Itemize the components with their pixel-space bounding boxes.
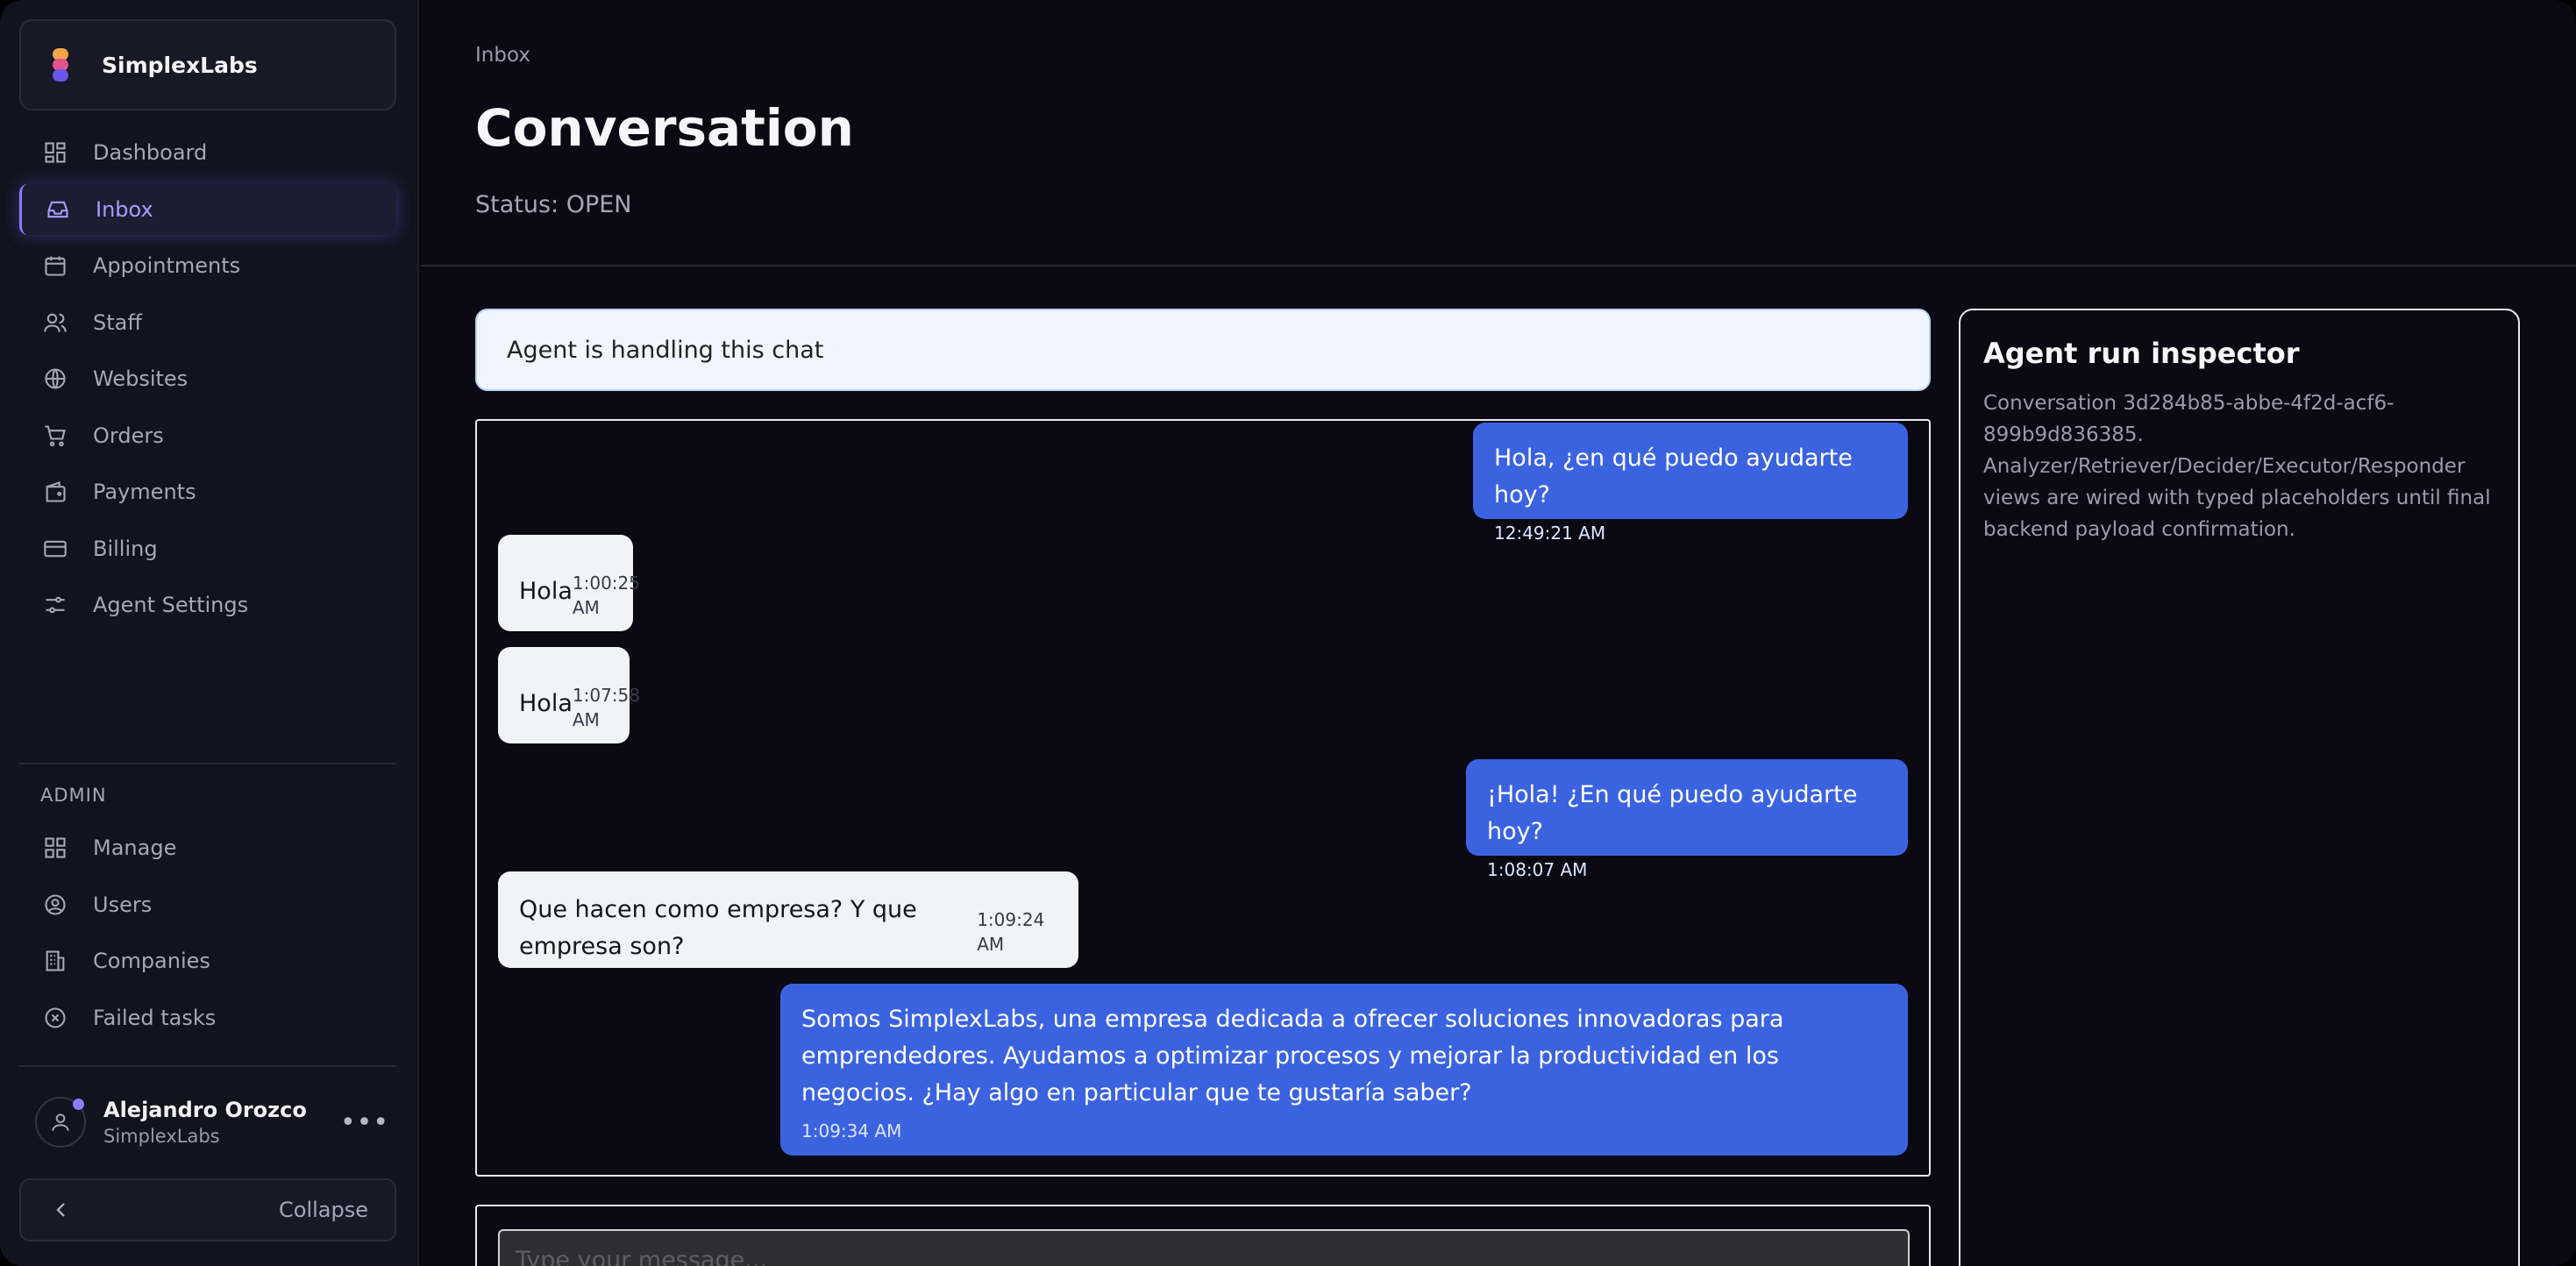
- globe-icon: [42, 366, 68, 392]
- message-text: Hola: [519, 578, 573, 605]
- credit-card-icon: [42, 536, 68, 562]
- x-circle-icon: [42, 1005, 68, 1031]
- brand-switcher[interactable]: SimplexLabs: [19, 19, 396, 110]
- message-input[interactable]: [498, 1229, 1910, 1266]
- message-bubble-user: Hola 1:00:25 AM: [498, 535, 640, 631]
- header-divider: [421, 265, 2576, 267]
- agent-handling-banner: Agent is handling this chat: [475, 309, 1931, 391]
- wallet-icon: [42, 479, 68, 505]
- sidebar-item-label: Failed tasks: [93, 1005, 217, 1030]
- sidebar-item-orders[interactable]: Orders: [19, 410, 396, 461]
- sidebar-item-label: Inbox: [96, 196, 153, 222]
- sidebar-divider: [19, 1065, 396, 1067]
- avatar: [35, 1097, 86, 1148]
- conversation-status: Status: OPEN: [475, 191, 632, 218]
- page-title: Conversation: [475, 98, 854, 158]
- message-time: 1:00:25 AM: [572, 573, 640, 618]
- sidebar-item-users[interactable]: Users: [19, 879, 396, 930]
- sidebar-item-manage[interactable]: Manage: [19, 822, 396, 873]
- sidebar-item-failed-tasks[interactable]: Failed tasks: [19, 992, 396, 1043]
- sidebar-item-label: Billing: [93, 536, 158, 561]
- sidebar-item-companies[interactable]: Companies: [19, 935, 396, 986]
- message-thread[interactable]: Hola, ¿en qué puedo ayudarte hoy? 12:49:…: [475, 419, 1931, 1177]
- message-bubble-bot: Hola, ¿en qué puedo ayudarte hoy? 12:49:…: [1473, 423, 1908, 544]
- user-circle-icon: [42, 892, 68, 918]
- collapse-label: Collapse: [279, 1198, 368, 1222]
- sidebar-item-staff[interactable]: Staff: [19, 297, 396, 348]
- cart-icon: [42, 423, 68, 449]
- sidebar-item-label: Appointments: [93, 253, 241, 278]
- agent-run-inspector: Agent run inspector Conversation 3d284b8…: [1959, 309, 2520, 1266]
- message-bubble-user: Que hacen como empresa? Y que empresa so…: [498, 871, 1078, 968]
- calendar-icon: [42, 252, 68, 279]
- sidebar-item-label: Manage: [93, 836, 177, 860]
- sidebar-item-label: Agent Settings: [93, 593, 249, 617]
- sidebar-item-payments[interactable]: Payments: [19, 466, 396, 517]
- sidebar-item-label: Orders: [93, 423, 164, 448]
- message-text: Que hacen como empresa? Y que empresa so…: [519, 896, 917, 960]
- simplexlabs-logo-icon: [49, 48, 74, 82]
- sliders-icon: [42, 592, 68, 618]
- brand-name: SimplexLabs: [102, 52, 258, 78]
- grid-icon: [42, 835, 68, 861]
- sidebar-item-dashboard[interactable]: Dashboard: [19, 127, 396, 178]
- message-composer: [475, 1205, 1931, 1266]
- message-bubble-bot: Somos SimplexLabs, una empresa dedicada …: [780, 984, 1908, 1156]
- chevron-left-icon: [56, 1203, 65, 1217]
- sidebar-item-label: Companies: [93, 949, 210, 973]
- message-bubble-bot: ¡Hola! ¿En qué puedo ayudarte hoy? 1:08:…: [1466, 759, 1908, 880]
- sidebar-item-websites[interactable]: Websites: [19, 353, 396, 404]
- sidebar-item-agent-settings[interactable]: Agent Settings: [19, 580, 396, 630]
- main-nav: Dashboard Inbox Appointments Staff Websi…: [19, 127, 396, 637]
- collapse-sidebar-button[interactable]: Collapse: [19, 1178, 396, 1241]
- sidebar-item-appointments[interactable]: Appointments: [19, 240, 396, 291]
- sidebar-divider: [19, 763, 396, 765]
- message-text: Hola, ¿en qué puedo ayudarte hoy?: [1494, 445, 1853, 509]
- sidebar-item-label: Staff: [93, 309, 142, 335]
- users-icon: [42, 309, 68, 336]
- message-bubble-user: Hola 1:07:58 AM: [498, 647, 640, 743]
- dashboard-icon: [42, 139, 68, 166]
- sidebar-item-label: Dashboard: [93, 140, 208, 165]
- user-icon: [52, 1113, 69, 1131]
- message-time: 1:08:07 AM: [1487, 859, 1588, 880]
- main-content: Inbox Conversation Status: OPEN Agent is…: [421, 0, 2576, 1266]
- sidebar-item-billing[interactable]: Billing: [19, 523, 396, 574]
- inbox-icon: [45, 196, 71, 223]
- message-text: Somos SimplexLabs, una empresa dedicada …: [801, 1006, 1784, 1106]
- admin-section-label: ADMIN: [40, 785, 107, 806]
- message-time: 1:09:24 AM: [977, 909, 1045, 955]
- building-icon: [42, 948, 68, 974]
- app-window: SimplexLabs Dashboard Inbox Appointments…: [0, 0, 2576, 1266]
- more-options-icon[interactable]: •••: [340, 1106, 388, 1138]
- sidebar-item-label: Websites: [93, 366, 189, 391]
- sidebar: SimplexLabs Dashboard Inbox Appointments…: [0, 0, 419, 1266]
- message-time: 1:09:34 AM: [801, 1120, 902, 1142]
- sidebar-item-inbox[interactable]: Inbox: [19, 183, 396, 235]
- inspector-description: Conversation 3d284b85-abbe-4f2d-acf6-899…: [1983, 392, 2491, 541]
- user-name: Alejandro Orozco: [103, 1098, 307, 1122]
- admin-nav: Manage Users Companies Failed tasks: [19, 822, 396, 1049]
- user-profile[interactable]: Alejandro Orozco SimplexLabs •••: [19, 1087, 396, 1157]
- user-company: SimplexLabs: [103, 1126, 220, 1147]
- sidebar-item-label: Payments: [93, 480, 196, 504]
- message-text: ¡Hola! ¿En qué puedo ayudarte hoy?: [1487, 781, 1858, 845]
- inspector-title: Agent run inspector: [1983, 337, 2300, 370]
- message-time: 1:07:58 AM: [572, 685, 640, 730]
- online-status-dot: [73, 1099, 84, 1110]
- breadcrumb[interactable]: Inbox: [475, 44, 530, 67]
- sidebar-item-label: Users: [93, 892, 153, 917]
- message-text: Hola: [519, 690, 573, 717]
- message-time: 12:49:21 AM: [1494, 523, 1606, 544]
